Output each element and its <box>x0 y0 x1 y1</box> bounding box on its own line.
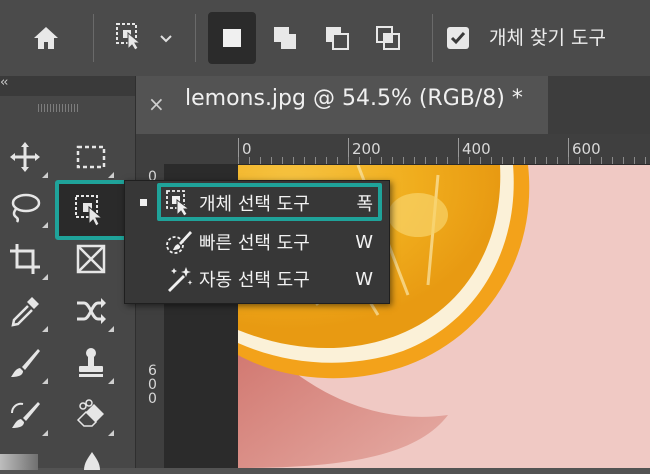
ruler-minor-tick <box>436 157 437 164</box>
ruler-minor-tick <box>458 157 459 164</box>
ruler-label: 200 <box>352 140 381 158</box>
object-selection-tool-icon <box>114 21 144 55</box>
ruler-minor-tick <box>546 157 547 164</box>
separator <box>195 14 196 62</box>
clone-stamp-icon[interactable] <box>70 342 114 384</box>
ruler-minor-tick <box>524 157 525 164</box>
ruler-minor-tick <box>590 157 591 164</box>
document-tab-strip: × lemons.jpg @ 54.5% (RGB/8) * <box>136 76 650 134</box>
ruler-minor-tick <box>579 157 580 164</box>
flyout-item-magic-wand[interactable]: 자동 선택 도구 W <box>165 261 385 297</box>
flyout-item-label: 개체 선택 도구 <box>199 194 310 215</box>
flyout-item-shortcut: W <box>355 231 373 253</box>
move-icon[interactable] <box>4 136 48 178</box>
content-aware-move-icon[interactable] <box>70 290 114 332</box>
eyedropper-icon[interactable] <box>4 290 48 332</box>
ruler-minor-tick <box>249 157 250 164</box>
home-icon[interactable] <box>22 12 70 64</box>
close-icon[interactable]: × <box>148 92 165 116</box>
toolbox: ‹‹ <box>0 75 136 470</box>
blur-tool-icon[interactable] <box>80 452 104 474</box>
frame-icon[interactable] <box>70 238 112 280</box>
ruler-minor-tick <box>359 157 360 164</box>
ruler-minor-tick <box>480 157 481 164</box>
ruler-label: 0 <box>242 140 252 158</box>
crop-icon[interactable] <box>4 238 48 280</box>
add-to-selection-icon[interactable] <box>261 12 309 64</box>
ruler-minor-tick <box>645 157 646 164</box>
tool-preset-picker[interactable] <box>105 12 153 64</box>
ruler-minor-tick <box>612 157 613 164</box>
history-brush-icon[interactable] <box>4 394 48 436</box>
ruler-minor-tick <box>315 157 316 164</box>
selection-tools-flyout: 개체 선택 도구 폭 빠른 선택 도구 W 자동 선택 도구 W <box>124 180 390 304</box>
ruler-minor-tick <box>513 157 514 164</box>
ruler-minor-tick <box>414 157 415 164</box>
ruler-minor-tick <box>535 157 536 164</box>
separator <box>93 14 94 62</box>
document-tab-title[interactable]: lemons.jpg @ 54.5% (RGB/8) * <box>185 86 523 111</box>
ruler-minor-tick <box>271 157 272 164</box>
ruler-minor-tick <box>601 157 602 164</box>
flyout-item-shortcut: W <box>355 268 373 290</box>
options-bar: 개체 찾기 도구 <box>0 0 650 77</box>
document-tab[interactable]: × lemons.jpg @ 54.5% (RGB/8) * <box>136 76 548 134</box>
flyout-item-label: 빠른 선택 도구 <box>199 233 310 254</box>
collapse-toolbox-icon[interactable]: ‹‹ <box>0 75 9 90</box>
ruler-minor-tick <box>392 157 393 164</box>
ruler-minor-tick <box>304 157 305 164</box>
new-selection-icon[interactable] <box>208 12 256 64</box>
ruler-minor-tick <box>370 157 371 164</box>
ruler-minor-tick <box>238 157 239 164</box>
marquee-icon[interactable] <box>70 136 114 178</box>
flyout-item-shortcut: 폭 <box>356 194 373 215</box>
ruler-minor-tick <box>491 157 492 164</box>
chevron-down-icon[interactable] <box>148 12 184 64</box>
ruler-label-stacked: 600 <box>148 363 157 407</box>
horizontal-ruler[interactable]: 0 200 400 600 <box>136 134 650 165</box>
ruler-minor-tick <box>447 157 448 164</box>
lasso-icon[interactable] <box>4 186 48 228</box>
ruler-minor-tick <box>260 157 261 164</box>
ruler-minor-tick <box>634 157 635 164</box>
object-finder-label[interactable]: 개체 찾기 도구 <box>489 23 606 50</box>
ruler-minor-tick <box>502 157 503 164</box>
checkmark-icon <box>450 32 466 45</box>
flyout-item-quick-selection[interactable]: 빠른 선택 도구 W <box>165 224 385 260</box>
ruler-minor-tick <box>293 157 294 164</box>
separator <box>432 14 433 62</box>
subtract-from-selection-icon[interactable] <box>313 12 361 64</box>
ruler-label: 600 <box>572 140 601 158</box>
ruler-minor-tick <box>568 157 569 164</box>
ruler-minor-tick <box>348 157 349 164</box>
object-selection-icon <box>69 189 111 231</box>
ruler-label: 400 <box>462 140 491 158</box>
flyout-item-object-selection[interactable]: 개체 선택 도구 폭 <box>165 185 385 221</box>
flyout-item-label: 자동 선택 도구 <box>199 270 310 291</box>
object-selection-tool-button[interactable] <box>55 180 128 240</box>
object-finder-checkbox[interactable] <box>447 27 469 49</box>
quick-selection-tool-icon <box>166 231 192 254</box>
ruler-minor-tick <box>337 157 338 164</box>
eraser-icon[interactable] <box>70 394 114 436</box>
ruler-minor-tick <box>623 157 624 164</box>
ruler-minor-tick <box>425 157 426 164</box>
active-tool-bullet <box>140 199 147 206</box>
ruler-minor-tick <box>282 157 283 164</box>
object-selection-tool-icon <box>166 190 191 217</box>
intersect-selection-icon[interactable] <box>364 12 412 64</box>
magic-wand-tool-icon <box>168 267 193 292</box>
toolbox-grip[interactable] <box>38 104 80 112</box>
ruler-minor-tick <box>326 157 327 164</box>
ruler-minor-tick <box>403 157 404 164</box>
ruler-minor-tick <box>469 157 470 164</box>
ruler-minor-tick <box>557 157 558 164</box>
brush-icon[interactable] <box>4 342 48 384</box>
ruler-minor-tick <box>381 157 382 164</box>
toolbox-header: ‹‹ <box>0 75 135 96</box>
